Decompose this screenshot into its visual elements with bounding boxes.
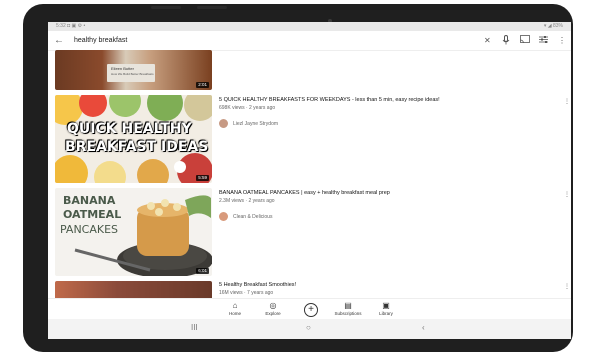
thumb-caption-line2: How We Build Better Breakfasts [111,72,154,76]
nav-explore[interactable]: ◎ Explore [251,301,295,317]
channel-name[interactable]: Clean & Delicious [233,213,272,221]
back-button[interactable]: ‹ [422,323,425,333]
video-duration: 6:01 [196,268,209,274]
status-left: 5:32 ◘ ▣ ⚙ • [56,23,86,29]
video-meta: 2.3M views · 2 years ago [219,198,275,204]
mic-icon[interactable] [502,35,510,49]
video-duration: 5:59 [196,175,209,181]
more-vert-icon[interactable]: ⋮ [564,284,570,290]
video-title[interactable]: 5 QUICK HEALTHY BREAKFASTS FOR WEEKDAYS … [219,97,440,104]
thumb-caption-line1: Eileen Butter [111,66,134,71]
add-icon[interactable]: + [304,303,318,317]
more-vert-icon[interactable]: ⋮ [564,99,570,105]
channel-name[interactable]: Liezl Jayne Strydom [233,120,278,128]
results-list: Eileen Butter How We Build Better Breakf… [48,50,571,306]
arrow-back-icon[interactable]: ← [54,34,64,48]
video-thumbnail[interactable]: BANANA OATMEAL PANCAKES 6:01 [55,188,212,276]
video-title[interactable]: 5 Healthy Breakfast Smoothies! [219,282,296,289]
video-title[interactable]: BANANA OATMEAL PANCAKES | easy + healthy… [219,190,390,197]
thumb-title-line2: OATMEAL [63,208,122,221]
video-thumbnail[interactable]: QUICK HEALTHY BREAKFAST IDEAS 5:59 [55,95,212,183]
filter-icon[interactable] [539,35,548,48]
system-nav-bar: III ○ ‹ [48,319,571,339]
status-right: ▾ ◢ 83% [543,23,563,29]
close-icon[interactable]: ✕ [484,35,491,47]
cast-icon[interactable] [520,35,530,48]
thumb-title-line3: PANCAKES [60,223,119,236]
home-button[interactable]: ○ [306,323,311,333]
thumb-title-line1: QUICK HEALTHY [67,121,192,137]
library-icon: ▣ [382,301,390,310]
more-vert-icon[interactable]: ⋮ [564,192,570,198]
avatar[interactable] [219,119,228,128]
nav-label: Explore [265,311,281,316]
thumb-card: Eileen Butter How We Build Better Breakf… [107,64,155,82]
status-bar: 5:32 ◘ ▣ ⚙ • ▾ ◢ 83% [48,22,571,31]
video-duration: 2:01 [196,82,209,88]
nav-library[interactable]: ▣ Library [364,301,408,317]
more-vert-icon[interactable]: ⋮ [558,35,566,47]
volume-button [151,6,181,9]
app-screen: 5:32 ◘ ▣ ⚙ • ▾ ◢ 83% ← healthy breakfast… [48,22,571,339]
power-button [197,6,227,9]
avatar[interactable] [219,212,228,221]
bottom-nav: ⌂ Home ◎ Explore + ▤ Subscriptions ▣ Lib… [48,298,571,320]
video-meta: 16M views · 7 years ago [219,290,274,296]
thumb-title-line1: BANANA [63,194,116,207]
explore-icon: ◎ [269,301,277,310]
search-query[interactable]: healthy breakfast [74,36,127,46]
search-bar: ← healthy breakfast ✕ ⋮ [48,32,571,51]
thumb-title-line2: BREAKFAST IDEAS [65,139,209,155]
recents-button[interactable]: III [191,323,198,333]
video-thumbnail[interactable]: Eileen Butter How We Build Better Breakf… [55,50,212,90]
video-meta: 698K views · 2 years ago [219,105,276,111]
nav-label: Library [379,311,393,316]
